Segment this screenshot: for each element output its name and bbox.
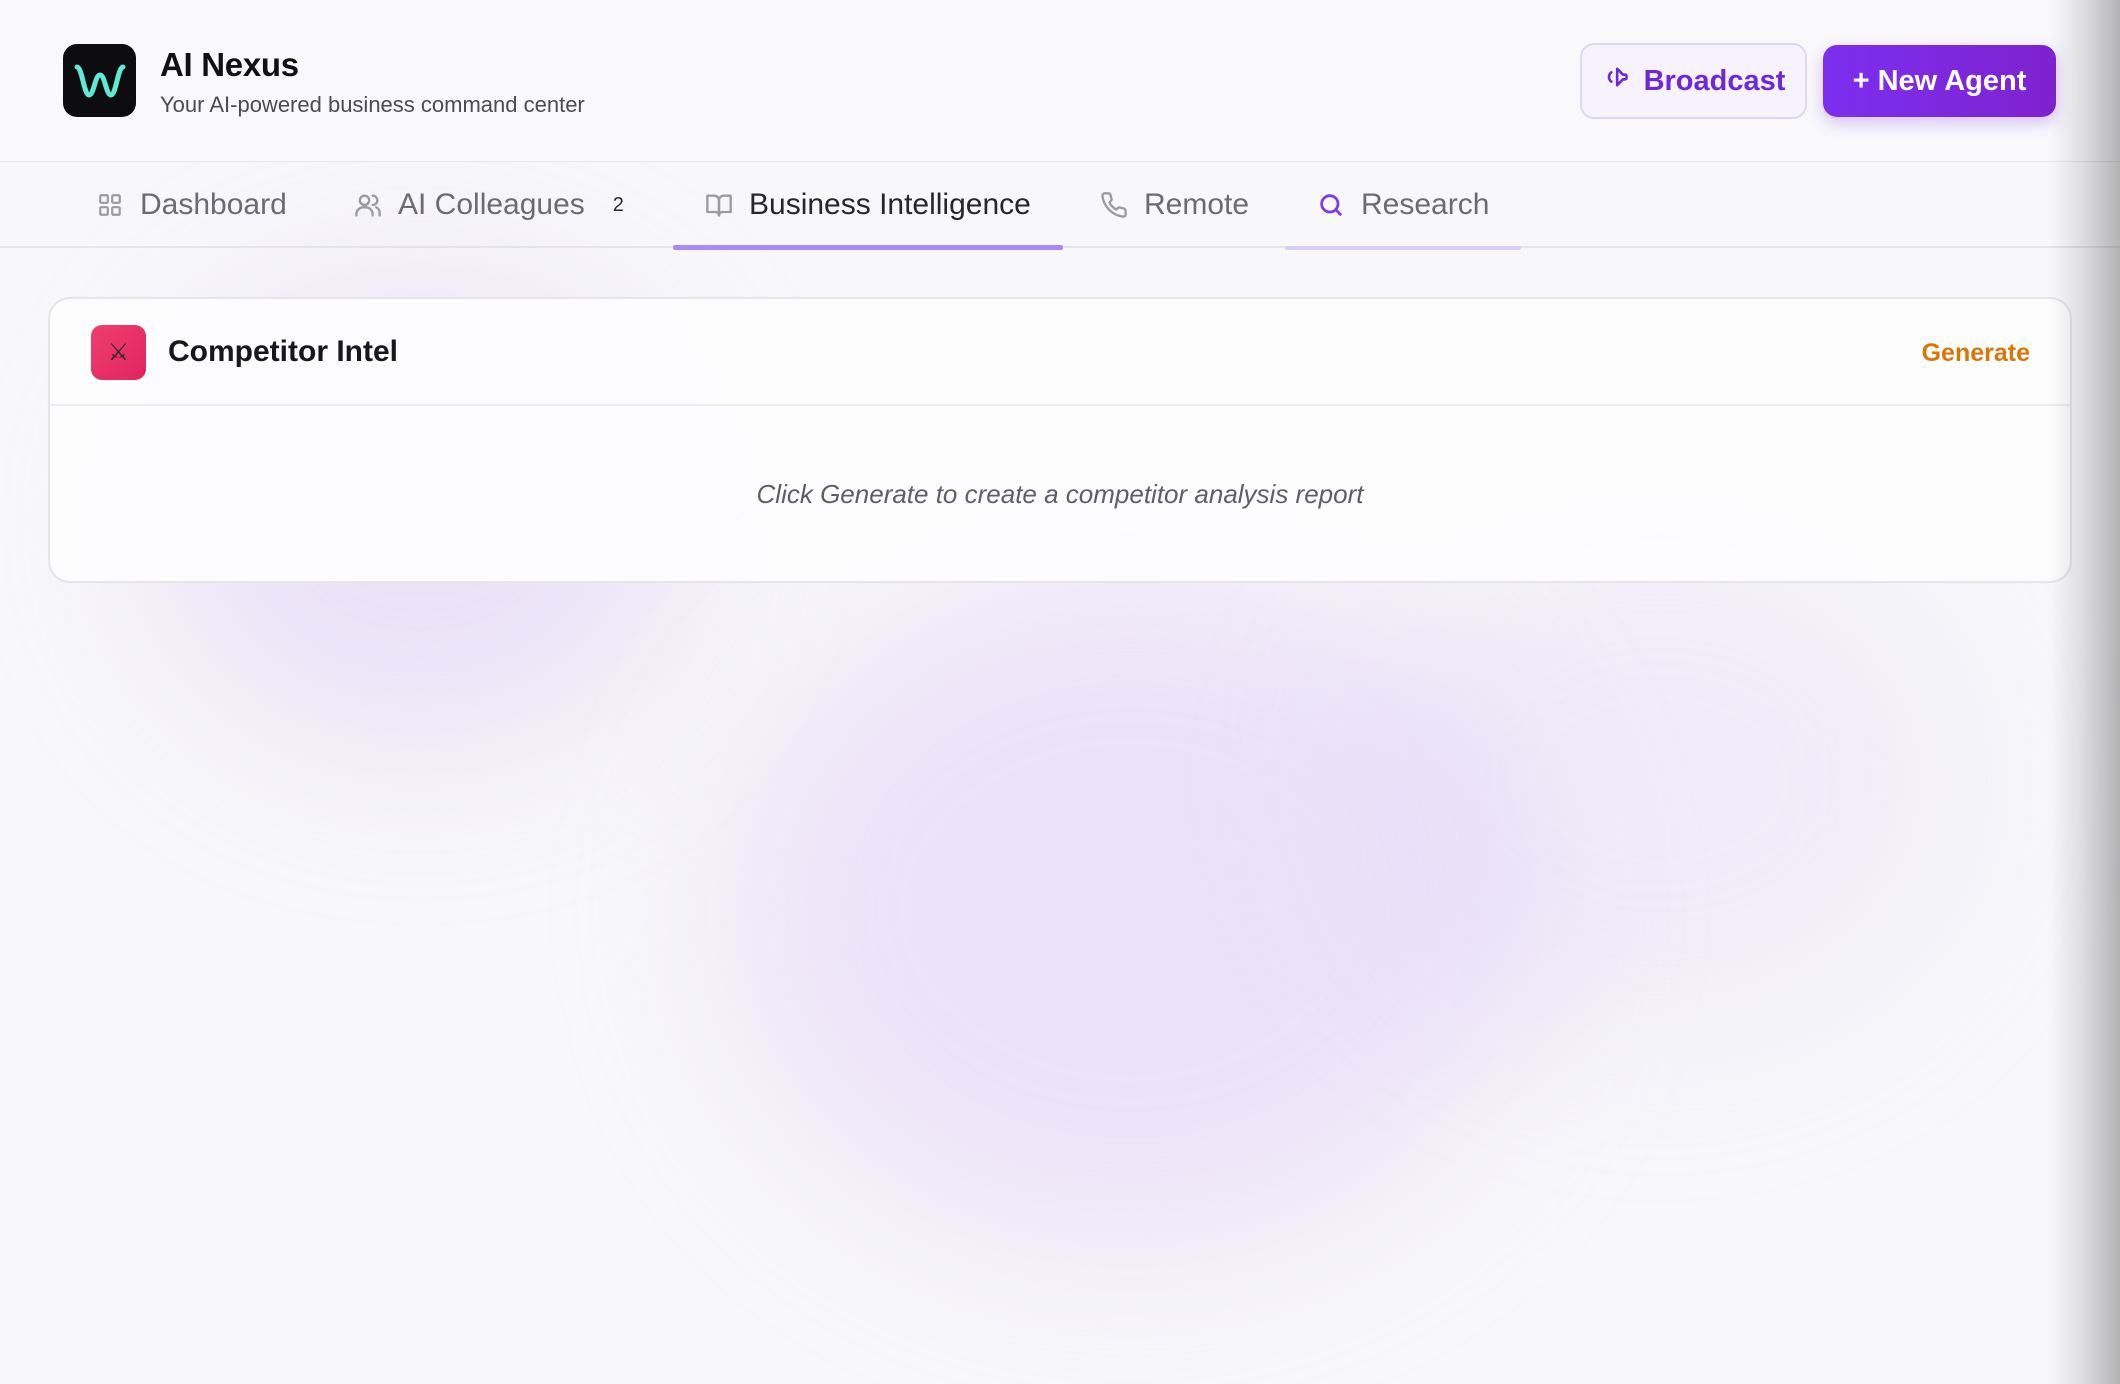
tab-label: Research xyxy=(1361,188,1490,221)
broadcast-label: Broadcast xyxy=(1643,64,1786,97)
waveform-logo-icon xyxy=(63,44,136,117)
search-icon xyxy=(1317,191,1345,219)
app-header: AI Nexus Your AI-powered business comman… xyxy=(0,0,2120,162)
megaphone-icon xyxy=(1602,63,1630,99)
tab-remote[interactable]: Remote xyxy=(1100,162,1249,248)
competitor-intel-card: ⚔ Competitor Intel Generate Click Genera… xyxy=(48,297,2072,583)
app-title: AI Nexus xyxy=(160,46,299,83)
new-agent-button[interactable]: + New Agent xyxy=(1823,45,2056,117)
tab-label: AI Colleagues xyxy=(398,188,585,221)
crossed-swords-icon: ⚔ xyxy=(91,325,146,380)
generate-button[interactable]: Generate xyxy=(1922,339,2030,368)
card-header: ⚔ Competitor Intel Generate xyxy=(50,299,2070,406)
tab-label: Business Intelligence xyxy=(749,188,1031,221)
broadcast-button[interactable]: Broadcast xyxy=(1580,43,1807,119)
tab-dashboard[interactable]: Dashboard xyxy=(96,162,287,248)
grid-icon xyxy=(96,191,124,219)
card-title: Competitor Intel xyxy=(168,335,398,368)
tab-research[interactable]: Research xyxy=(1285,162,1522,250)
colleague-count-badge: 2 xyxy=(612,193,624,216)
main-tabs: Dashboard AI Colleagues 2 Business Intel… xyxy=(0,162,2120,250)
phone-icon xyxy=(1100,191,1128,219)
empty-state-message: Click Generate to create a competitor an… xyxy=(756,479,1364,509)
tab-label: Remote xyxy=(1144,188,1250,221)
app-subtitle: Your AI-powered business command center xyxy=(160,92,585,117)
tab-business-intelligence[interactable]: Business Intelligence xyxy=(673,162,1063,250)
book-icon xyxy=(705,191,733,219)
users-icon xyxy=(354,191,382,219)
tab-ai-colleagues[interactable]: AI Colleagues 2 xyxy=(354,162,624,248)
tab-label: Dashboard xyxy=(140,188,287,221)
